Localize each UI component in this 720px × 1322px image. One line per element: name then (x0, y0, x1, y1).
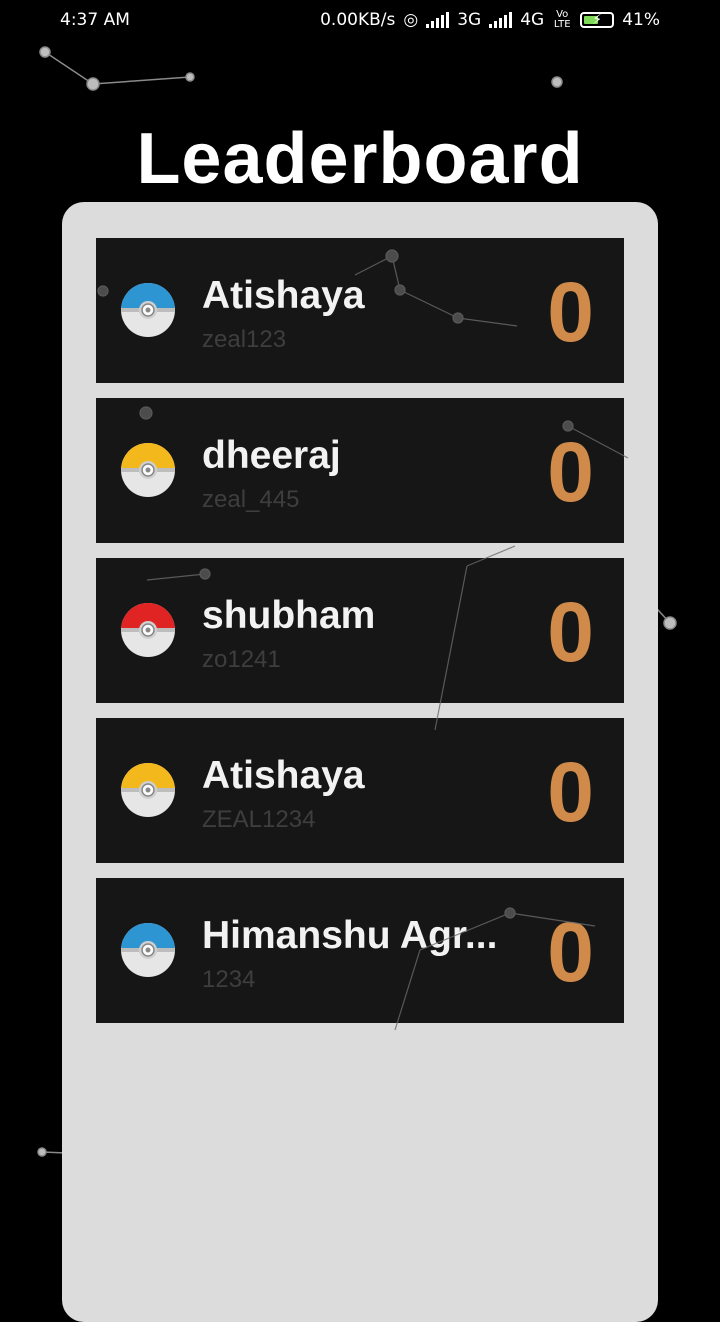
network-speed: 0.00KB/s (320, 10, 396, 30)
player-score: 0 (547, 905, 594, 999)
status-bar: 4:37 AM 0.00KB/s ◎ 3G 4G Vo LTE ⚡ 41% (0, 0, 720, 40)
player-score: 0 (547, 745, 594, 839)
network-type-1: 3G (457, 10, 482, 30)
player-name: Atishaya (202, 754, 365, 797)
player-username: zeal_445 (202, 486, 300, 513)
pokeball-icon (121, 603, 175, 657)
signal-icon (426, 12, 450, 28)
signal-icon-2 (489, 12, 513, 28)
volte-icon: Vo LTE (553, 9, 571, 30)
battery-percent: 41% (622, 10, 660, 30)
leaderboard-row[interactable]: Himanshu Agr... 1234 0 (96, 878, 624, 1023)
player-name: shubham (202, 594, 376, 637)
hotspot-icon: ◎ (403, 10, 419, 30)
player-name: Atishaya (202, 274, 365, 317)
battery-icon: ⚡ (580, 12, 615, 28)
leaderboard-row[interactable]: shubham zo1241 0 (96, 558, 624, 703)
pokeball-icon (121, 923, 175, 977)
leaderboard-row[interactable]: dheeraj zeal_445 0 (96, 398, 624, 543)
player-score: 0 (547, 265, 594, 359)
player-username: ZEAL1234 (202, 806, 316, 833)
player-name: dheeraj (202, 434, 341, 477)
page-title: Leaderboard (136, 119, 584, 199)
status-icons: 0.00KB/s ◎ 3G 4G Vo LTE ⚡ 41% (320, 9, 660, 31)
player-username: zeal123 (202, 326, 287, 353)
leaderboard-row[interactable]: Atishaya zeal123 0 (96, 238, 624, 383)
leaderboard-row[interactable]: Atishaya ZEAL1234 0 (96, 718, 624, 863)
status-time: 4:37 AM (60, 10, 130, 30)
player-score: 0 (547, 585, 594, 679)
player-name: Himanshu Agr... (202, 914, 498, 957)
pokeball-icon (121, 443, 175, 497)
player-username: zo1241 (202, 646, 281, 673)
pokeball-icon (121, 763, 175, 817)
network-type-2: 4G (520, 10, 545, 30)
player-score: 0 (547, 425, 594, 519)
player-username: 1234 (202, 966, 256, 993)
pokeball-icon (121, 283, 175, 337)
